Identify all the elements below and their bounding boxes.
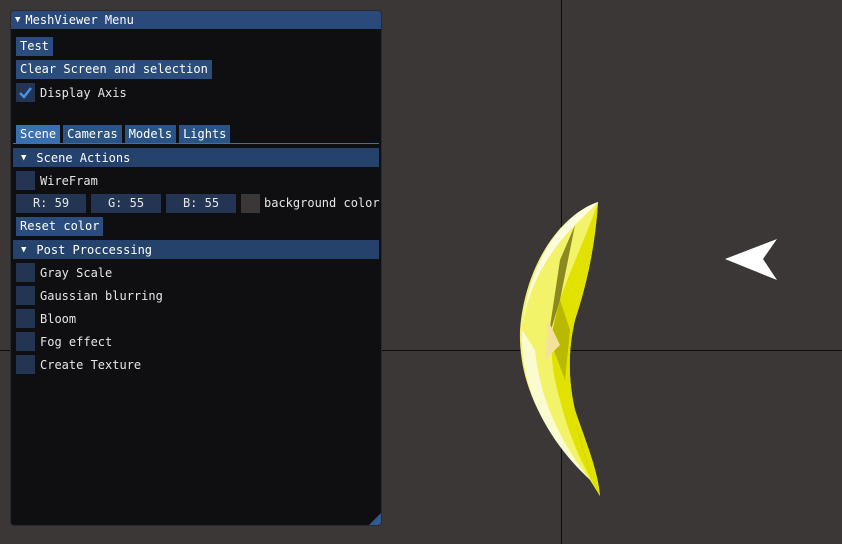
wireframe-label: WireFram xyxy=(40,173,98,188)
clear-screen-button[interactable]: Clear Screen and selection xyxy=(16,60,212,79)
light-marker-icon xyxy=(725,239,777,280)
green-channel-input[interactable]: G: 55 xyxy=(91,194,161,213)
resize-grip-icon[interactable] xyxy=(369,513,381,525)
gaussian-blurring-checkbox[interactable] xyxy=(16,286,35,305)
background-color-swatch[interactable] xyxy=(241,194,260,213)
bloom-checkbox-row[interactable]: Bloom xyxy=(16,309,76,328)
create-texture-checkbox[interactable] xyxy=(16,355,35,374)
collapse-triangle-icon: ▼ xyxy=(21,244,27,255)
tab-scene[interactable]: Scene xyxy=(16,125,61,143)
banana-mesh xyxy=(519,202,600,496)
display-axis-checkbox[interactable] xyxy=(16,83,35,102)
reset-color-button[interactable]: Reset color xyxy=(16,217,104,236)
gaussian-blurring-checkbox-row[interactable]: Gaussian blurring xyxy=(16,286,163,305)
tab-models[interactable]: Models xyxy=(124,125,177,143)
window-content: Test Clear Screen and selection Display … xyxy=(11,29,381,374)
window-titlebar[interactable]: ▼ MeshViewer Menu xyxy=(11,11,381,29)
fog-effect-checkbox-row[interactable]: Fog effect xyxy=(16,332,112,351)
scene-actions-header[interactable]: ▼ Scene Actions xyxy=(13,148,379,167)
post-processing-title: Post Proccessing xyxy=(36,242,153,257)
bloom-checkbox[interactable] xyxy=(16,309,35,328)
tab-cameras[interactable]: Cameras xyxy=(63,125,122,143)
display-axis-checkbox-row[interactable]: Display Axis xyxy=(16,83,127,102)
window-title: MeshViewer Menu xyxy=(25,13,134,27)
fog-effect-checkbox[interactable] xyxy=(16,332,35,351)
gaussian-blurring-label: Gaussian blurring xyxy=(40,288,163,303)
gray-scale-checkbox-row[interactable]: Gray Scale xyxy=(16,263,112,282)
gray-scale-label: Gray Scale xyxy=(40,265,113,280)
checkmark-icon xyxy=(19,87,32,99)
post-processing-header[interactable]: ▼ Post Proccessing xyxy=(13,240,379,259)
tab-bar: Scene Cameras Models Lights xyxy=(16,125,231,143)
create-texture-label: Create Texture xyxy=(40,357,142,372)
meshviewer-menu-window[interactable]: ▼ MeshViewer Menu Test Clear Screen and … xyxy=(10,10,382,526)
fog-effect-label: Fog effect xyxy=(40,334,113,349)
bloom-label: Bloom xyxy=(40,311,77,326)
red-channel-input[interactable]: R: 59 xyxy=(16,194,86,213)
create-texture-checkbox-row[interactable]: Create Texture xyxy=(16,355,141,374)
background-color-label: background color xyxy=(264,196,380,210)
blue-channel-input[interactable]: B: 55 xyxy=(166,194,236,213)
wireframe-checkbox[interactable] xyxy=(16,171,35,190)
scene-actions-title: Scene Actions xyxy=(36,150,131,165)
collapse-triangle-icon[interactable]: ▼ xyxy=(15,15,20,25)
collapse-triangle-icon: ▼ xyxy=(21,152,27,163)
test-button[interactable]: Test xyxy=(16,37,53,56)
tab-underline xyxy=(13,143,379,144)
display-axis-label: Display Axis xyxy=(40,85,127,100)
gray-scale-checkbox[interactable] xyxy=(16,263,35,282)
wireframe-checkbox-row[interactable]: WireFram xyxy=(16,171,98,190)
tab-lights[interactable]: Lights xyxy=(179,125,231,143)
